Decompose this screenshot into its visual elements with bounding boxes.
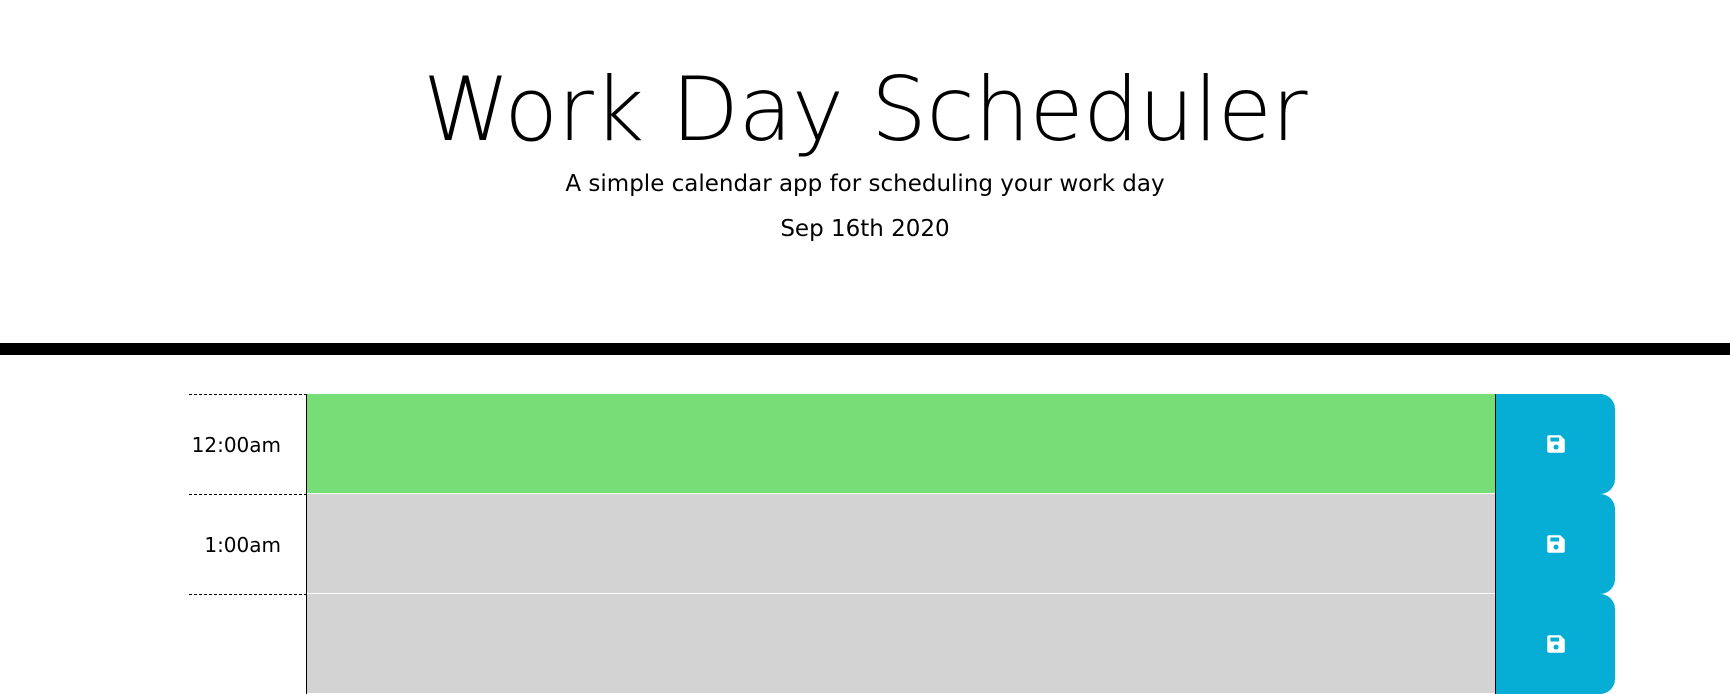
page-subtitle: A simple calendar app for scheduling you… bbox=[565, 171, 1165, 197]
task-input[interactable] bbox=[307, 494, 1495, 594]
page-header: Work Day Scheduler A simple calendar app… bbox=[0, 0, 1730, 343]
hour-label: 12:00am bbox=[189, 394, 307, 494]
save-button[interactable] bbox=[1495, 394, 1615, 494]
floppy-disk-icon bbox=[1546, 635, 1565, 653]
save-button[interactable] bbox=[1495, 494, 1615, 594]
time-block-row: 1:00am bbox=[189, 494, 1615, 594]
time-blocks: 12:00am 1:00am bbox=[189, 394, 1615, 694]
task-input[interactable] bbox=[307, 594, 1495, 694]
save-button[interactable] bbox=[1495, 594, 1615, 694]
floppy-disk-icon bbox=[1546, 535, 1565, 553]
hour-label bbox=[189, 594, 307, 694]
header-divider bbox=[0, 343, 1730, 355]
current-date: Sep 16th 2020 bbox=[780, 216, 950, 242]
page-title: Work Day Scheduler bbox=[422, 58, 1308, 161]
time-block-row: 12:00am bbox=[189, 394, 1615, 494]
hour-label: 1:00am bbox=[189, 494, 307, 594]
time-block-row bbox=[189, 594, 1615, 694]
task-input[interactable] bbox=[307, 394, 1495, 494]
floppy-disk-icon bbox=[1546, 435, 1565, 453]
